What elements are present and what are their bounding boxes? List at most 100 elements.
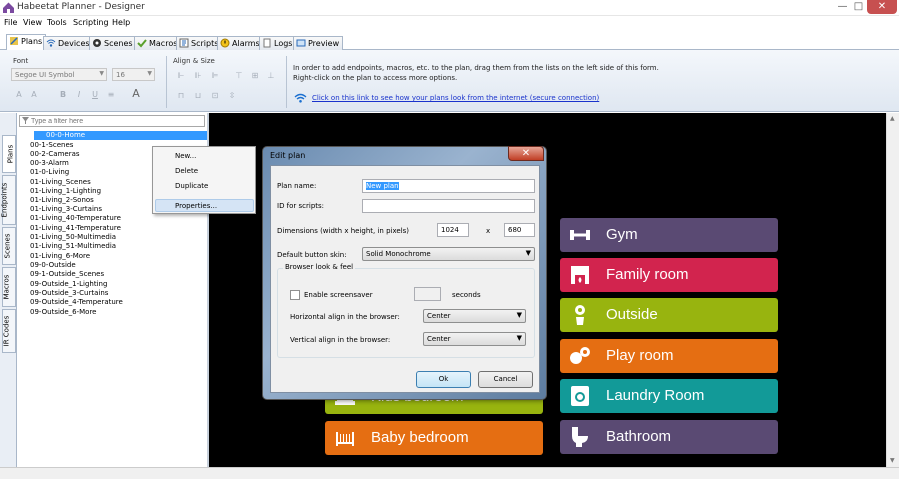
tab-alarms[interactable]: Alarms xyxy=(217,36,264,50)
distribute-icon[interactable]: ⇳ xyxy=(227,91,237,101)
horizontal-scrollbar[interactable] xyxy=(0,467,899,479)
same-size-icon[interactable]: ⊡ xyxy=(210,91,220,101)
list-item[interactable]: 00-0-Home xyxy=(34,131,219,140)
cancel-button[interactable]: Cancel xyxy=(478,371,533,388)
tile-play-room[interactable]: Play room xyxy=(560,339,778,373)
list-item[interactable]: 01-Living_6-More xyxy=(30,252,90,261)
list-item[interactable]: 09-Outside_6-More xyxy=(30,308,97,317)
tab-plans[interactable]: Plans xyxy=(6,34,47,51)
menu-help[interactable]: Help xyxy=(112,18,130,27)
align-center-icon[interactable]: ⊪ xyxy=(193,71,203,81)
maximize-button[interactable]: □ xyxy=(851,0,866,14)
list-item[interactable]: 01-Living_1-Lighting xyxy=(30,187,101,196)
list-item[interactable]: 09-Outside_4-Temperature xyxy=(30,298,123,307)
side-tab-ir-codes[interactable]: IR Codes xyxy=(2,309,16,353)
scroll-up-icon[interactable]: ▲ xyxy=(890,115,895,122)
side-tab-macros[interactable]: Macros xyxy=(2,267,16,307)
align-middle-icon[interactable]: ⊞ xyxy=(250,71,260,81)
height-input[interactable]: 680 xyxy=(504,223,535,237)
side-tab-scenes[interactable]: Scenes xyxy=(2,227,16,265)
list-item[interactable]: 09-Outside_1-Lighting xyxy=(30,280,107,289)
same-height-icon[interactable]: ⊔ xyxy=(193,91,203,101)
dialog-close-button[interactable]: ✕ xyxy=(508,146,544,161)
preview-icon xyxy=(296,39,306,47)
internet-preview-link[interactable]: Click on this link to see how your plans… xyxy=(312,94,599,102)
font-size-select[interactable]: 16 ▼ xyxy=(112,68,155,81)
list-item[interactable]: 00-3-Alarm xyxy=(30,159,69,168)
tile-gym[interactable]: Gym xyxy=(560,218,778,252)
list-item[interactable]: 01-Living_2-Sonos xyxy=(30,196,94,205)
tab-label: Devices xyxy=(58,39,90,48)
menu-view[interactable]: View xyxy=(23,18,42,27)
tab-logs[interactable]: Logs xyxy=(259,36,297,50)
font-name-select[interactable]: Segoe UI Symbol ▼ xyxy=(11,68,107,81)
list-item[interactable]: 09-Outside_3-Curtains xyxy=(30,289,108,298)
filter-input[interactable] xyxy=(19,115,205,127)
align-right-icon[interactable]: ⊫ xyxy=(210,71,220,81)
list-item[interactable]: 01-Living_41-Temperature xyxy=(30,224,121,233)
app-logo-icon xyxy=(3,2,14,13)
toys-icon xyxy=(570,347,590,364)
tile-baby-bedroom[interactable]: Baby bedroom xyxy=(325,421,543,455)
list-item[interactable]: 00-2-Cameras xyxy=(30,150,80,159)
plan-name-input[interactable]: New plan xyxy=(362,179,535,193)
align-top-icon[interactable]: ⊤ xyxy=(234,71,244,81)
align-bottom-icon[interactable]: ⊥ xyxy=(266,71,276,81)
list-item[interactable]: 09-1-Outside_Scenes xyxy=(30,270,104,279)
side-tab-plans[interactable]: Plans xyxy=(2,135,16,173)
list-item[interactable]: 01-Living_51-Multimedia xyxy=(30,242,116,251)
grow-font-icon[interactable]: A xyxy=(14,90,24,100)
vertical-scrollbar[interactable]: ▲ ▼ xyxy=(886,113,899,467)
dumbbell-icon xyxy=(570,230,590,240)
context-delete[interactable]: Delete xyxy=(175,167,198,175)
tile-family-room[interactable]: Family room xyxy=(560,258,778,292)
logs-icon xyxy=(263,38,271,48)
align-text-icon[interactable]: ≡ xyxy=(106,90,116,100)
id-input[interactable] xyxy=(362,199,535,213)
tile-laundry-room[interactable]: Laundry Room xyxy=(560,379,778,413)
context-properties[interactable]: Properties... xyxy=(175,202,217,210)
list-item[interactable]: 01-Living_Scenes xyxy=(30,178,91,187)
horizontal-align-select[interactable]: Center ▼ xyxy=(423,309,526,323)
menu-scripting[interactable]: Scripting xyxy=(73,18,109,27)
underline-icon[interactable]: U xyxy=(90,90,100,100)
same-width-icon[interactable]: ⊓ xyxy=(176,91,186,101)
menu-file[interactable]: File xyxy=(4,18,17,27)
context-new[interactable]: New... xyxy=(175,152,196,160)
tab-preview[interactable]: Preview xyxy=(293,36,344,50)
tab-devices[interactable]: Devices xyxy=(43,36,94,50)
font-color-icon[interactable]: A xyxy=(131,88,141,99)
italic-icon[interactable]: I xyxy=(74,90,84,100)
width-input[interactable]: 1024 xyxy=(437,223,469,237)
list-item[interactable]: 09-0-Outside xyxy=(30,261,76,270)
list-item[interactable]: 01-Living_3-Curtains xyxy=(30,205,102,214)
context-duplicate[interactable]: Duplicate xyxy=(175,182,208,190)
close-window-button[interactable]: ✕ xyxy=(867,0,897,14)
screensaver-seconds-input[interactable] xyxy=(414,287,441,301)
menu-tools[interactable]: Tools xyxy=(47,18,67,27)
tab-label: Plans xyxy=(21,37,43,46)
list-item[interactable]: 00-1-Scenes xyxy=(30,141,73,150)
screensaver-checkbox[interactable] xyxy=(290,290,300,300)
scroll-down-icon[interactable]: ▼ xyxy=(890,457,895,464)
tab-label: Logs xyxy=(274,39,293,48)
tab-macros[interactable]: Macros xyxy=(134,36,182,50)
list-item[interactable]: 01-Living_40-Temperature xyxy=(30,214,121,223)
font-size-value: 16 xyxy=(116,71,125,79)
list-item[interactable]: 01-0-Living xyxy=(30,168,69,177)
side-tab-endpoints[interactable]: Endpoints xyxy=(0,175,16,225)
bold-icon[interactable]: B xyxy=(58,90,68,100)
tab-scripts[interactable]: Scripts xyxy=(176,36,223,50)
minimize-button[interactable]: — xyxy=(835,0,850,14)
ok-button[interactable]: Ok xyxy=(416,371,471,388)
list-item[interactable]: 01-Living_50-Multimedia xyxy=(30,233,116,242)
tile-bathroom[interactable]: Bathroom xyxy=(560,420,778,454)
align-left-icon[interactable]: ⊩ xyxy=(176,71,186,81)
tile-outside[interactable]: Outside xyxy=(560,298,778,332)
tab-scenes[interactable]: Scenes xyxy=(89,36,137,50)
tile-label: Family room xyxy=(606,266,689,283)
align-group-label: Align & Size xyxy=(173,57,215,65)
skin-select[interactable]: Solid Monochrome ▼ xyxy=(362,247,535,261)
shrink-font-icon[interactable]: A xyxy=(29,90,39,100)
vertical-align-select[interactable]: Center ▼ xyxy=(423,332,526,346)
